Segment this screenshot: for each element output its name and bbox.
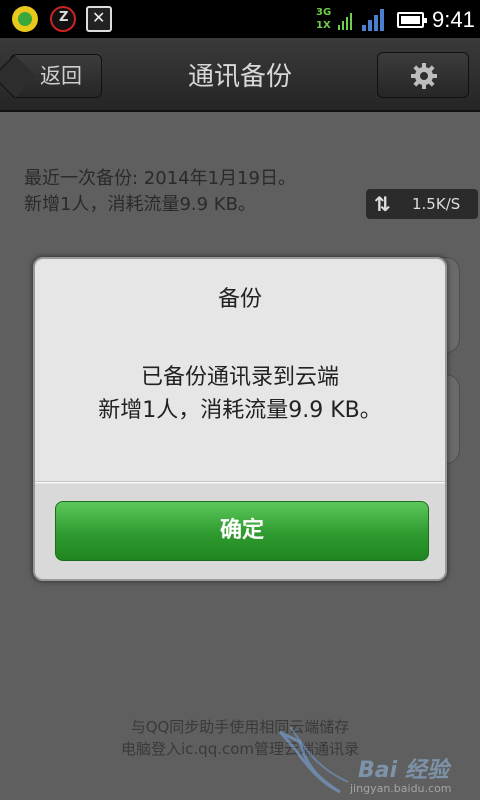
back-button-label: 返回 [40,64,82,88]
network-bars-icon [338,8,352,30]
watermark-text: Bai 经验 [358,758,449,783]
status-bar: Z ✕ 3G 1X 9:41 [0,0,480,38]
clock-time: 9:41 [432,7,475,32]
dialog-message-line1: 已备份通讯录到云端 [140,365,339,390]
app-x-icon: ✕ [86,6,112,32]
speed-value: 1.5K/S [412,195,461,213]
transfer-arrows-icon: ⇅ [374,192,391,216]
network-1x-label: 1X [316,20,331,31]
network-3g-label: 3G [316,7,332,18]
back-button[interactable]: 返回 [10,54,102,98]
baidu-watermark: Bai 经验 jingyan.baidu.com [270,722,480,800]
app-z-icon: Z [50,6,76,32]
watermark-url: jingyan.baidu.com [350,782,452,795]
page-title: 通讯备份 [187,62,292,92]
confirm-button[interactable]: 确定 [55,501,429,561]
dialog-divider [35,481,445,483]
speed-indicator: ⇅ 1.5K/S [366,189,478,219]
network-indicator: 3G 1X [316,5,354,33]
signal-icon [362,9,386,31]
battery-icon [397,12,427,28]
backup-dialog: 备份 已备份通讯录到云端 新增1人，消耗流量9.9 KB。 确定 [33,257,447,581]
app-notification-icon [12,6,38,32]
dialog-title: 备份 [217,287,262,312]
settings-button[interactable] [377,52,469,98]
title-bar: 返回 通讯备份 [0,38,480,112]
wing-logo-icon [278,726,349,794]
gear-icon [411,63,437,89]
last-backup-text: 最近一次备份: 2014年1月19日。 [24,168,296,189]
last-backup-detail: 新增1人，消耗流量9.9 KB。 [24,194,256,215]
dialog-message-line2: 新增1人，消耗流量9.9 KB。 [98,398,382,423]
